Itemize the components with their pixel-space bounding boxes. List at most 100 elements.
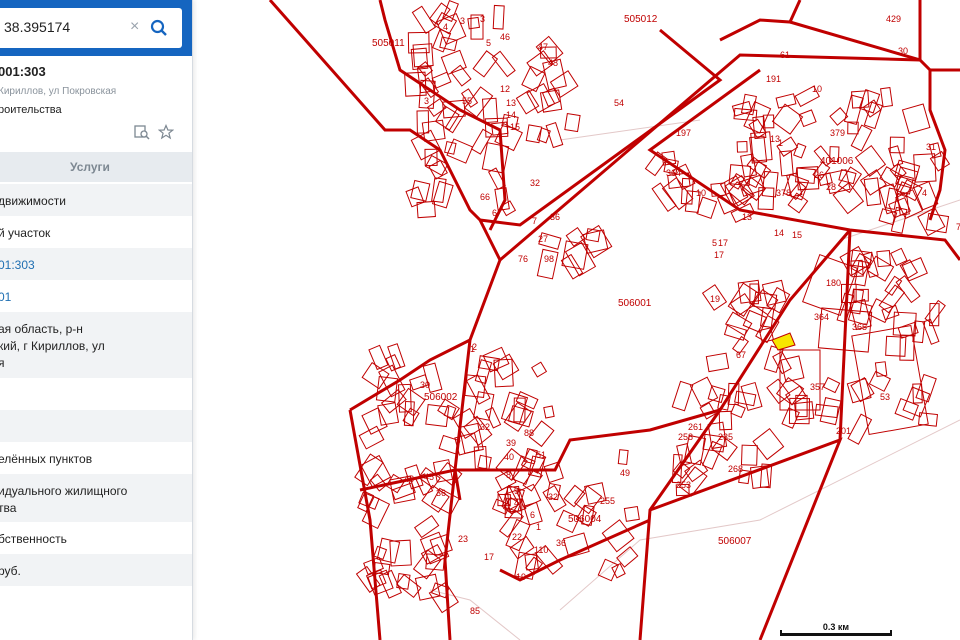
parcel-label: 66 (480, 192, 490, 202)
parcel-label: 17 (718, 238, 728, 248)
parcel-label: 4 (514, 498, 519, 508)
parcel-label: 378 (776, 188, 791, 198)
parcel-label: 364 (666, 168, 681, 178)
parcel-label: 27 (538, 234, 548, 244)
parcel-label: 197 (676, 128, 691, 138)
parcel-label: 48 (404, 474, 414, 484)
info-row: й участок (0, 226, 51, 240)
quarter-label: 505012 (624, 14, 658, 25)
search-bar: 38.395174 × (0, 0, 192, 56)
parcel-label: 13 (742, 212, 752, 222)
parcel-label: 40 (504, 452, 514, 462)
quarter-label: 505011 (372, 38, 405, 49)
parcel-label: 67 (736, 350, 746, 360)
tab-bar: Услуги (0, 152, 192, 182)
info-row-address: ая область, р-н кий, г Кириллов, ул я (0, 312, 192, 378)
parcel-label: 36 (556, 538, 566, 548)
parcel-type: роительства (0, 104, 62, 116)
parcel-label: 13 (506, 98, 516, 108)
parcel-label: 36 (436, 488, 446, 498)
parcel-label: 55 (462, 96, 472, 106)
info-row (0, 586, 192, 618)
zoom-to-icon[interactable] (134, 124, 150, 140)
info-row-link[interactable]: 01:303 (0, 248, 192, 280)
parcel-label: 201 (836, 426, 851, 436)
quarter-label: 506002 (424, 392, 458, 403)
parcel-label: 14 (506, 110, 516, 120)
parcel-label: 23 (458, 534, 468, 544)
parcel-label: 15 (510, 122, 520, 132)
info-row: елённых пунктов (0, 452, 93, 466)
parcel-label: 110 (534, 545, 548, 555)
parcel-label: 32 (480, 422, 490, 432)
parcel-label: 10 (812, 84, 822, 94)
parcel-label: 36 (550, 212, 560, 222)
quarter-label: 401006 (820, 156, 854, 167)
search-icon[interactable] (150, 19, 168, 37)
parcel-label: 4 (922, 188, 927, 198)
parcel-label: 85 (470, 606, 480, 616)
parcel-label: 3 (424, 96, 429, 106)
info-row-link[interactable]: 01 (0, 280, 192, 312)
parcel-label: 54 (614, 98, 624, 108)
parcel-label: 6 (530, 510, 535, 520)
parcel-label: 19 (710, 294, 720, 304)
quarter-label: 506001 (618, 298, 652, 309)
info-row (0, 410, 192, 442)
parcel-label: 357 (810, 382, 825, 392)
parcel-label: 19 (516, 572, 526, 582)
close-icon[interactable]: × (130, 18, 139, 36)
parcel-label: 8 (506, 470, 511, 480)
parcel-label: 6 (492, 208, 497, 218)
parcel-label: 45 (424, 472, 434, 482)
parcel-label: 261 (688, 422, 703, 432)
parcel-label: 253 (676, 480, 691, 490)
parcel-label: 5 (712, 238, 717, 248)
parcel-label: 2 (472, 342, 477, 352)
parcel-label: 30 (420, 380, 430, 390)
scale-label: 0.3 км (822, 622, 850, 632)
parcel-label: 48 (548, 58, 558, 68)
parcel-label: 258 (678, 432, 693, 442)
parcel-label: 14 (774, 228, 784, 238)
info-row: движимости (0, 184, 192, 216)
parcel-label: 39 (506, 438, 516, 448)
star-icon[interactable] (158, 124, 174, 140)
parcel-label: 1 (778, 138, 783, 148)
parcel-label: 31 (926, 142, 936, 152)
parcel-label: 255 (600, 496, 615, 506)
parcel-label: 49 (620, 468, 630, 478)
search-box[interactable]: 38.395174 × (0, 8, 182, 48)
parcel-label: 191 (766, 74, 781, 84)
parcel-label: 379 (830, 128, 845, 138)
quarter-label: 506004 (568, 514, 602, 525)
parcel-label: 3 (480, 14, 485, 24)
info-panel: 38.395174 × 001:303 Кириллов, ул Покровс… (0, 0, 193, 640)
parcel-label: 46 (500, 32, 510, 42)
parcel-label: 61 (780, 50, 790, 60)
parcel-label: 3 (460, 16, 465, 26)
parcel-label: 30 (898, 46, 908, 56)
chevron-left-icon[interactable]: ‹ (192, 18, 206, 38)
parcel-label: 5 (486, 38, 491, 48)
parcel-label: 32 (548, 492, 558, 502)
parcel-label: 12 (500, 84, 510, 94)
info-row (0, 378, 192, 410)
parcel-label: 7 (532, 216, 537, 226)
parcel-label: 235 (718, 432, 733, 442)
parcel-label: 17 (484, 552, 494, 562)
info-row: идуального жилищного тва (0, 474, 192, 522)
parcel-label: 28 (826, 182, 836, 192)
parcel-label: 4 (443, 22, 448, 32)
parcel-label: 10 (696, 188, 706, 198)
parcel-label: 32 (530, 178, 540, 188)
info-row: руб. (0, 554, 192, 586)
tab-services[interactable]: Услуги (70, 160, 110, 174)
parcel-label: 51 (536, 450, 546, 460)
parcel-label: 47 (538, 42, 548, 52)
parcel-label: 364 (814, 312, 829, 322)
quarter-label: 506007 (718, 536, 752, 547)
parcel-title: 001:303 (0, 64, 46, 79)
search-input[interactable]: 38.395174 (4, 19, 70, 35)
parcel-label: 365 (852, 322, 867, 332)
